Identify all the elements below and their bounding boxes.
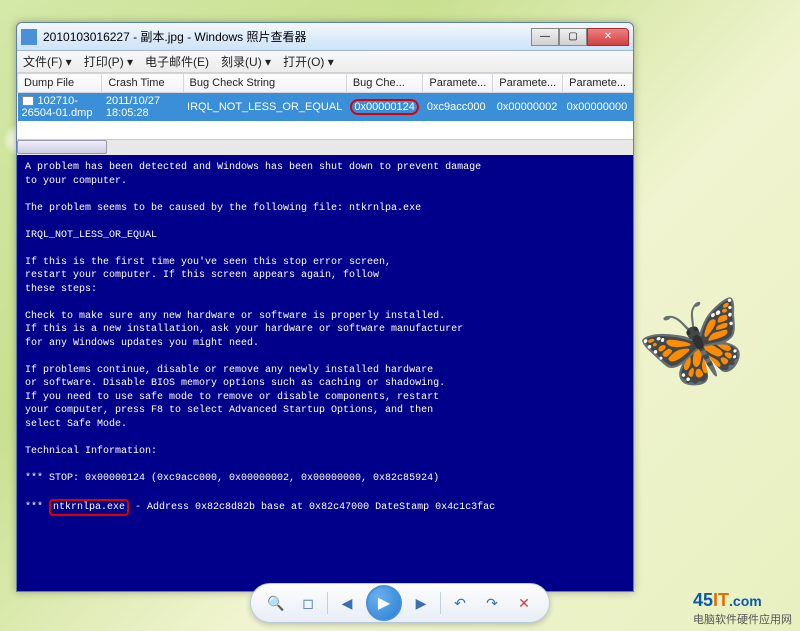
cell-bug-check: 0x00000124: [346, 93, 423, 122]
viewer-toolbar: 🔍 ◻ ◀ ▶ ▶ ↶ ↷ ✕: [250, 583, 550, 623]
watermark-sub: 电脑软件硬件应用网: [693, 611, 792, 627]
table-row[interactable]: 102710-26504-01.dmp 2011/10/27 18:05:28 …: [18, 93, 633, 122]
minimize-button[interactable]: —: [531, 28, 559, 46]
bsod-panel: A problem has been detected and Windows …: [17, 155, 633, 591]
scrollbar-thumb[interactable]: [17, 140, 107, 154]
menu-open[interactable]: 打开(O) ▾: [283, 53, 334, 70]
col-param2[interactable]: Paramete...: [493, 74, 563, 93]
cell-bug-check-string: IRQL_NOT_LESS_OR_EQUAL: [183, 93, 346, 122]
zoom-button[interactable]: 🔍: [263, 590, 289, 616]
horizontal-scrollbar[interactable]: [17, 139, 633, 155]
col-param3[interactable]: Paramete...: [563, 74, 633, 93]
photo-viewer-window: 2010103016227 - 副本.jpg - Windows 照片查看器 —…: [16, 22, 634, 592]
col-bug-check-string[interactable]: Bug Check String: [183, 74, 346, 93]
background-butterfly: 🦋: [626, 277, 761, 407]
table-header-row: Dump File Crash Time Bug Check String Bu…: [18, 74, 633, 93]
driver-highlight: ntkrnlpa.exe: [49, 499, 129, 517]
rotate-cw-button[interactable]: ↷: [479, 590, 505, 616]
cell-param3: 0x00000000: [563, 93, 633, 122]
window-controls: — ▢ ✕: [531, 28, 629, 46]
toolbar-separator: [440, 592, 441, 614]
menu-file[interactable]: 文件(F) ▾: [23, 53, 72, 70]
bug-check-highlight: 0x00000124: [350, 99, 419, 115]
col-crash-time[interactable]: Crash Time: [102, 74, 183, 93]
close-button[interactable]: ✕: [587, 28, 629, 46]
fit-button[interactable]: ◻: [295, 590, 321, 616]
prev-button[interactable]: ◀: [334, 590, 360, 616]
col-dump-file[interactable]: Dump File: [18, 74, 102, 93]
rotate-ccw-button[interactable]: ↶: [447, 590, 473, 616]
app-icon: [21, 29, 37, 45]
titlebar[interactable]: 2010103016227 - 副本.jpg - Windows 照片查看器 —…: [17, 23, 633, 51]
scrollbar-track[interactable]: [17, 140, 633, 155]
window-title: 2010103016227 - 副本.jpg - Windows 照片查看器: [43, 28, 531, 45]
cell-dump-file: 102710-26504-01.dmp: [18, 93, 102, 122]
menubar: 文件(F) ▾ 打印(P) ▾ 电子邮件(E) 刻录(U) ▾ 打开(O) ▾: [17, 51, 633, 73]
menu-print[interactable]: 打印(P) ▾: [84, 53, 133, 70]
col-param1[interactable]: Paramete...: [423, 74, 493, 93]
dump-table: Dump File Crash Time Bug Check String Bu…: [17, 73, 633, 139]
maximize-button[interactable]: ▢: [559, 28, 587, 46]
col-bug-check[interactable]: Bug Che...: [346, 74, 423, 93]
menu-email[interactable]: 电子邮件(E): [145, 53, 209, 70]
blank-row: [18, 121, 633, 139]
cell-crash-time: 2011/10/27 18:05:28: [102, 93, 183, 122]
delete-button[interactable]: ✕: [511, 590, 537, 616]
watermark-domain: 45IT.com: [693, 590, 792, 611]
next-button[interactable]: ▶: [408, 590, 434, 616]
file-icon: [22, 96, 34, 106]
toolbar-separator: [327, 592, 328, 614]
viewer-content: Dump File Crash Time Bug Check String Bu…: [17, 73, 633, 591]
slideshow-button[interactable]: ▶: [366, 585, 402, 621]
watermark: 45IT.com 电脑软件硬件应用网: [693, 590, 792, 627]
cell-param2: 0x00000002: [493, 93, 563, 122]
cell-param1: 0xc9acc000: [423, 93, 493, 122]
menu-burn[interactable]: 刻录(U) ▾: [221, 53, 271, 70]
